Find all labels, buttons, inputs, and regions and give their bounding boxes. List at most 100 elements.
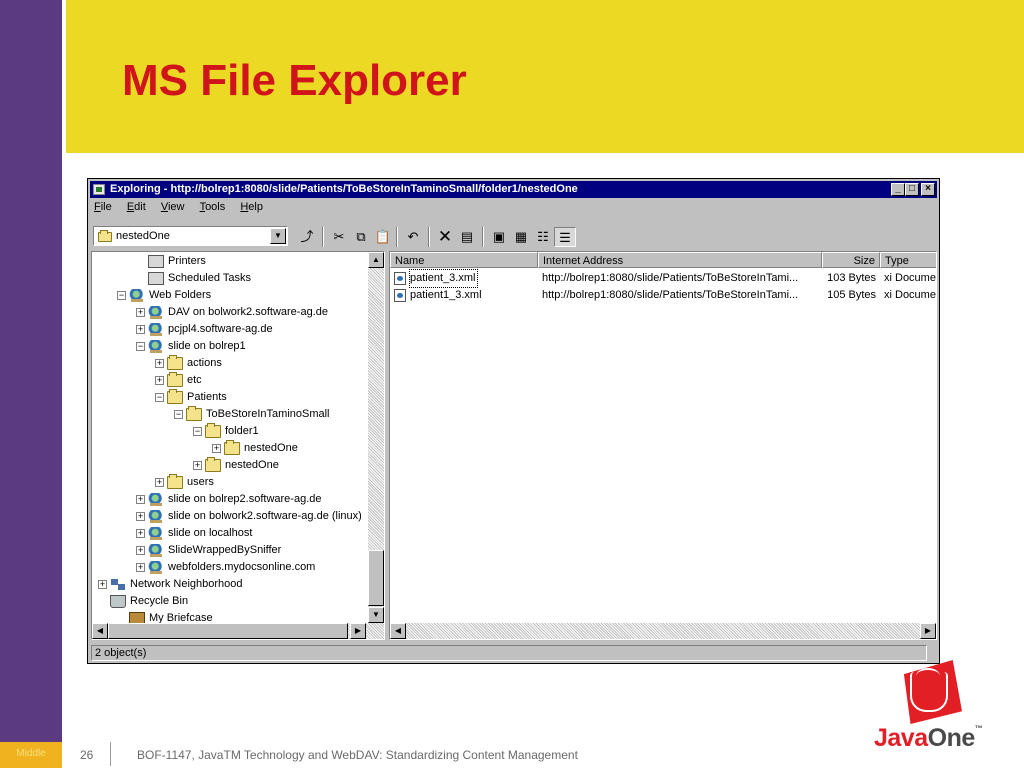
globe-icon	[148, 527, 164, 540]
expand-icon[interactable]: +	[136, 529, 145, 538]
tree-item-label: folder1	[225, 425, 259, 437]
globe-icon	[148, 510, 164, 523]
tree-item-label: slide on bolrep2.software-ag.de	[168, 493, 322, 505]
file-size: 103 Bytes	[827, 272, 876, 284]
menu-bar: File Edit View Tools Help	[94, 201, 275, 219]
collapse-icon[interactable]: −	[193, 427, 202, 436]
close-button[interactable]: ×	[921, 183, 935, 196]
expand-icon[interactable]: +	[212, 444, 221, 453]
printer-icon	[148, 272, 164, 285]
paste-icon[interactable]: 📋	[372, 227, 394, 247]
scroll-down-icon[interactable]: ▼	[368, 607, 384, 623]
tree-item-label: slide on localhost	[168, 527, 253, 539]
tree-item-label: nestedOne	[244, 442, 298, 454]
expand-icon[interactable]: +	[98, 580, 107, 589]
globe-icon	[148, 323, 164, 336]
undo-icon[interactable]: ↶	[402, 227, 424, 247]
file-row[interactable]: patient1_3.xml http://bolrep1:8080/slide/…	[390, 287, 936, 304]
copy-icon[interactable]: ⧉	[350, 227, 372, 247]
file-name: patient1_3.xml	[410, 289, 482, 301]
scrollbar-thumb[interactable]	[108, 623, 348, 639]
tree-vertical-scrollbar[interactable]: ▲ ▼	[368, 252, 384, 623]
small-icons-icon[interactable]: ▦	[510, 227, 532, 247]
toolbar-separator	[428, 227, 430, 247]
folder-icon	[186, 406, 202, 421]
file-address: http://bolrep1:8080/slide/Patients/ToBeS…	[542, 289, 799, 301]
tree-item-label: ToBeStoreInTaminoSmall	[206, 408, 330, 420]
menu-view[interactable]: View	[161, 201, 185, 213]
expand-icon[interactable]: +	[155, 359, 164, 368]
collapse-icon[interactable]: −	[136, 342, 145, 351]
scrollbar-thumb[interactable]	[368, 550, 384, 606]
footer-text: BOF-1147, JavaTM Technology and WebDAV: …	[137, 748, 578, 762]
maximize-button[interactable]: □	[905, 183, 919, 196]
details-view-icon[interactable]: ☰	[554, 227, 576, 247]
collapse-icon[interactable]: −	[155, 393, 164, 402]
column-header-type[interactable]: Type	[880, 252, 936, 268]
folder-tree-pane[interactable]: Printers Scheduled Tasks − Web Folders + DAV …	[91, 251, 385, 640]
folder-icon	[167, 355, 183, 370]
tree-item-label: slide on bolwork2.software-ag.de (linux)	[168, 510, 362, 522]
file-row[interactable]: patient_3.xml http://bolrep1:8080/slide/P…	[390, 269, 936, 288]
list-horizontal-scrollbar[interactable]: ◀ ▶	[390, 623, 936, 639]
expand-icon[interactable]: +	[136, 308, 145, 317]
scroll-left-icon[interactable]: ◀	[92, 623, 108, 639]
list-view-icon[interactable]: ☷	[532, 227, 554, 247]
expand-icon[interactable]: +	[136, 512, 145, 521]
printer-icon	[148, 255, 164, 268]
scroll-right-icon[interactable]: ▶	[350, 623, 366, 639]
toolbar-separator	[396, 227, 398, 247]
folder-icon	[205, 423, 221, 438]
tree-horizontal-scrollbar[interactable]: ◀ ▶	[92, 623, 384, 639]
folder-icon	[98, 230, 112, 242]
menu-help[interactable]: Help	[240, 201, 263, 213]
cut-icon[interactable]: ✂	[328, 227, 350, 247]
coffee-cup-icon	[910, 672, 948, 712]
column-header-internet-address[interactable]: Internet Address	[538, 252, 822, 268]
minimize-button[interactable]: _	[891, 183, 905, 196]
folder-icon	[167, 372, 183, 387]
column-header-name[interactable]: Name	[390, 252, 538, 268]
status-text: 2 object(s)	[91, 645, 927, 661]
expand-icon[interactable]: +	[155, 478, 164, 487]
menu-edit[interactable]: Edit	[127, 201, 146, 213]
collapse-icon[interactable]: −	[174, 410, 183, 419]
address-dropdown[interactable]: nestedOne ▼	[93, 226, 288, 246]
toolbar-separator	[322, 227, 324, 247]
scroll-left-icon[interactable]: ◀	[390, 623, 406, 639]
tree-item-label: actions	[187, 357, 222, 369]
menu-file[interactable]: File	[94, 201, 112, 213]
window-titlebar[interactable]: Exploring - http://bolrep1:8080/slide/Pa…	[90, 181, 937, 198]
file-list-pane[interactable]: Name Internet Address Size Type patient_…	[389, 251, 937, 640]
folder-icon	[167, 474, 183, 489]
file-type: xi Docume	[884, 272, 936, 284]
expand-icon[interactable]: +	[136, 495, 145, 504]
menu-tools[interactable]: Tools	[200, 201, 226, 213]
delete-icon[interactable]: ✕	[434, 227, 456, 247]
logo-one: One	[927, 724, 976, 752]
expand-icon[interactable]: +	[136, 325, 145, 334]
expand-icon[interactable]: +	[136, 563, 145, 572]
explorer-icon	[93, 184, 105, 195]
expand-icon[interactable]: +	[155, 376, 164, 385]
left-band-label: Middle	[16, 748, 46, 759]
window-title: Exploring - http://bolrep1:8080/slide/Pa…	[110, 183, 578, 195]
properties-icon[interactable]: ▤	[456, 227, 478, 247]
left-band	[0, 0, 62, 768]
scroll-up-icon[interactable]: ▲	[368, 252, 384, 268]
large-icons-icon[interactable]: ▣	[488, 227, 510, 247]
scroll-right-icon[interactable]: ▶	[920, 623, 936, 639]
expand-icon[interactable]: +	[193, 461, 202, 470]
globe-icon	[148, 340, 164, 353]
up-folder-icon[interactable]: ⤴	[296, 227, 318, 247]
network-icon	[110, 578, 126, 591]
file-size: 105 Bytes	[827, 289, 876, 301]
xml-file-icon	[394, 289, 406, 302]
chevron-down-icon[interactable]: ▼	[270, 228, 286, 244]
page-number: 26	[80, 748, 94, 762]
toolbar: nestedOne ▼ ⤴ ✂ ⧉ 📋 ↶ ✕ ▤ ▣ ▦ ☷ ☰	[90, 223, 937, 249]
collapse-icon[interactable]: −	[117, 291, 126, 300]
column-header-size[interactable]: Size	[822, 252, 880, 268]
expand-icon[interactable]: +	[136, 546, 145, 555]
logo-java: Java	[874, 724, 928, 752]
